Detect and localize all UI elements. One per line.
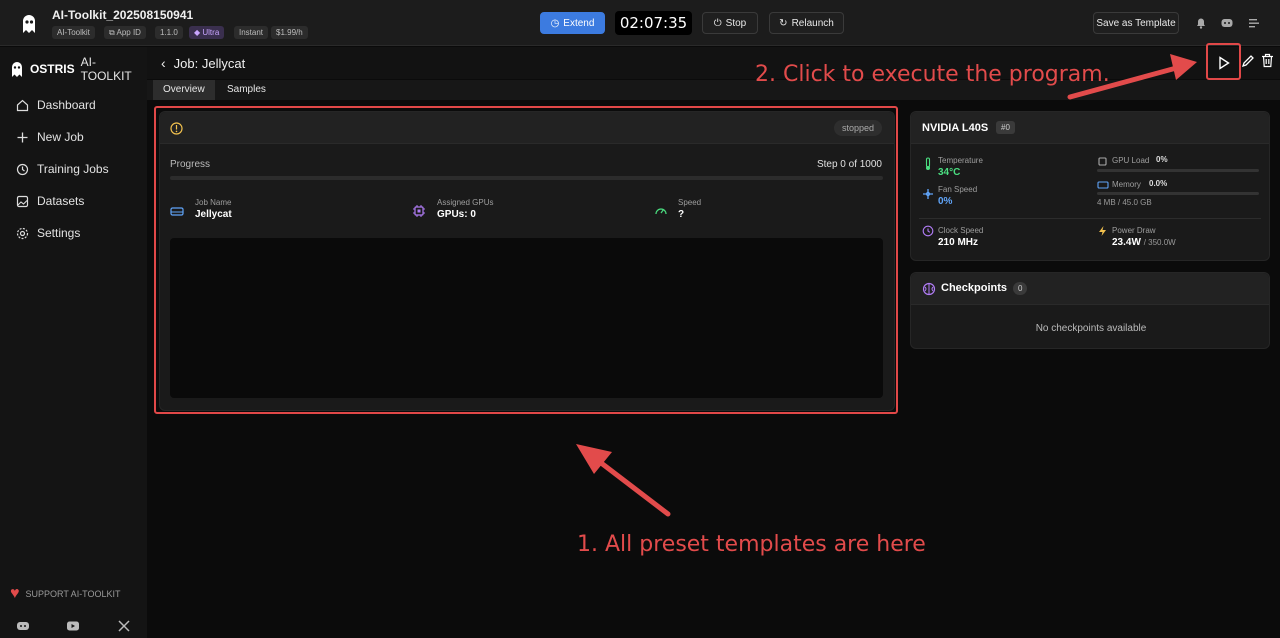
x-twitter-icon[interactable] <box>118 619 130 637</box>
fan-icon <box>923 189 933 199</box>
bell-icon[interactable] <box>1194 16 1208 30</box>
stop-button[interactable]: ⏻ Stop <box>702 12 758 34</box>
delete-job-button[interactable] <box>1261 53 1274 73</box>
clock-icon <box>922 225 934 237</box>
annotation-step-2: 2. Click to execute the program. <box>755 62 1110 87</box>
heart-icon: ♥ <box>10 585 20 602</box>
fan-speed-value: 0% <box>938 196 953 207</box>
tab-overview[interactable]: Overview <box>153 80 215 100</box>
discord-icon[interactable] <box>16 619 30 637</box>
instance-type-badge: Instant <box>234 26 269 39</box>
home-icon <box>16 99 29 111</box>
sidebar-item-label: New Job <box>37 130 84 144</box>
discord-icon[interactable] <box>1220 16 1234 30</box>
session-timer: 02:07:35 <box>615 11 692 35</box>
fan-speed-label: Fan Speed <box>938 185 978 194</box>
brand-product: AI-TOOLKIT <box>80 55 132 83</box>
memory-bar <box>1097 192 1259 195</box>
gpu-index-badge: #0 <box>996 121 1015 134</box>
images-icon <box>16 195 29 207</box>
brain-icon <box>922 282 936 296</box>
trash-icon <box>1262 53 1273 68</box>
power-draw-label: Power Draw <box>1112 226 1156 235</box>
annotation-highlight-box <box>154 106 898 414</box>
memory-label: Memory <box>1112 180 1141 189</box>
edit-job-button[interactable] <box>1241 54 1255 73</box>
page-title: ‹ Job: Jellycat <box>161 55 246 71</box>
sidebar-item-settings[interactable]: Settings <box>16 226 80 240</box>
tab-bar: Overview Samples <box>147 80 1280 100</box>
relaunch-button[interactable]: ↻ Relaunch <box>769 12 844 34</box>
app-logo-icon <box>16 11 42 37</box>
extend-button[interactable]: ◷ Extend <box>540 12 605 34</box>
brand: OSTRIS AI-TOOLKIT <box>10 55 147 83</box>
checkpoints-header: Checkpoints 0 <box>911 273 1269 305</box>
gpu-card-header: NVIDIA L40S #0 <box>911 112 1269 144</box>
job-header: ‹ Job: Jellycat <box>147 47 1280 79</box>
power-icon: ⏻ <box>713 17 722 29</box>
gpu-name: NVIDIA L40S <box>922 122 989 134</box>
sidebar-item-label: Settings <box>37 226 81 240</box>
support-link[interactable]: ♥ SUPPORT AI-TOOLKIT <box>10 585 121 603</box>
top-bar: AI-Toolkit_202508150941 AI-Toolkit ⧉ App… <box>0 0 1280 46</box>
sidebar: OSTRIS AI-TOOLKIT Dashboard New Job Trai… <box>0 47 147 638</box>
gpu-load-label: GPU Load <box>1112 156 1150 165</box>
sidebar-item-dashboard[interactable]: Dashboard <box>16 98 96 112</box>
clock-icon: ◷ <box>550 17 560 29</box>
gear-icon <box>16 227 29 239</box>
clock-speed-value: 210 MHz <box>938 237 979 248</box>
sidebar-item-datasets[interactable]: Datasets <box>16 194 84 208</box>
app-title: AI-Toolkit_202508150941 <box>52 8 194 22</box>
gpu-load-value: 0% <box>1156 155 1168 164</box>
lightning-icon <box>1099 226 1106 236</box>
price-badge: $1.99/h <box>271 26 308 39</box>
sidebar-item-label: Dashboard <box>37 98 96 112</box>
memory-detail: 4 MB / 45.0 GB <box>1097 198 1152 207</box>
clock-speed-label: Clock Speed <box>938 226 984 235</box>
sidebar-item-training-jobs[interactable]: Training Jobs <box>16 162 109 176</box>
plus-icon <box>17 132 28 142</box>
divider <box>919 218 1261 219</box>
checkpoints-title: Checkpoints <box>941 282 1008 294</box>
gpu-card: NVIDIA L40S #0 Temperature 34°C Fan Spee… <box>910 111 1270 261</box>
temperature-label: Temperature <box>938 156 983 165</box>
refresh-icon: ↻ <box>779 17 788 29</box>
checkpoints-card: Checkpoints 0 No checkpoints available <box>910 272 1270 349</box>
annotation-highlight-play <box>1206 43 1241 80</box>
youtube-icon[interactable] <box>66 619 80 637</box>
cpu-icon <box>1098 157 1107 166</box>
annotation-step-1: 1. All preset templates are here <box>577 532 926 557</box>
memory-icon <box>1097 181 1109 189</box>
ostris-logo-icon <box>11 62 22 77</box>
checkpoints-count: 0 <box>1013 282 1028 295</box>
thermometer-icon <box>925 157 931 170</box>
version-badge: 1.1.0 <box>155 26 183 39</box>
save-as-template-button[interactable]: Save as Template <box>1093 12 1179 34</box>
copy-icon: ⧉ <box>109 28 117 37</box>
sidebar-item-label: Training Jobs <box>37 162 109 176</box>
temperature-value: 34°C <box>938 167 961 178</box>
menu-icon[interactable] <box>1247 16 1261 30</box>
sidebar-item-new-job[interactable]: New Job <box>16 130 84 144</box>
training-icon <box>16 163 29 175</box>
pencil-icon <box>1241 55 1254 68</box>
app-tag: AI-Toolkit <box>52 26 95 39</box>
tier-badge: ◆ Ultra <box>189 26 225 39</box>
back-chevron-icon[interactable]: ‹ <box>161 55 166 71</box>
tab-samples[interactable]: Samples <box>217 80 276 100</box>
sidebar-item-label: Datasets <box>37 194 85 208</box>
checkpoints-empty-text: No checkpoints available <box>1035 323 1147 334</box>
gpu-load-bar <box>1097 169 1259 172</box>
power-draw-value: 23.4W / 350.0W <box>1112 237 1176 248</box>
brand-name: OSTRIS <box>29 62 75 76</box>
app-id-badge[interactable]: ⧉ App ID <box>104 26 146 39</box>
memory-value: 0.0% <box>1149 179 1168 188</box>
